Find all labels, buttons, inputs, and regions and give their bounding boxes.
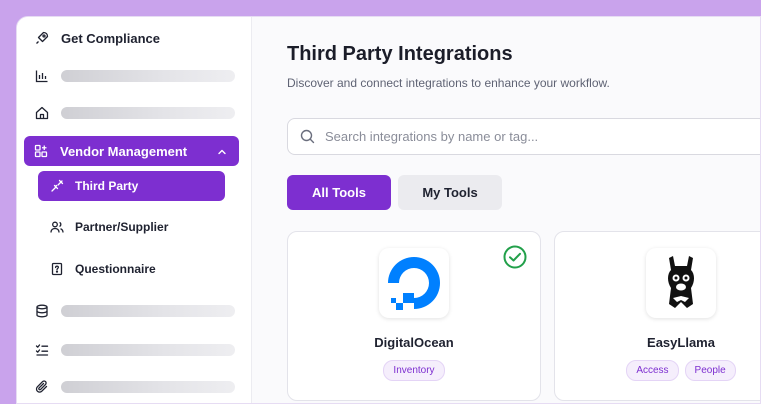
chevron-up-icon[interactable] <box>217 145 227 160</box>
users-icon <box>50 220 64 234</box>
loading-placeholder <box>61 107 235 119</box>
sidebar-subitem-partner-supplier[interactable]: Partner/Supplier <box>38 212 225 242</box>
tag-list: Inventory <box>288 360 540 381</box>
digitalocean-logo <box>379 248 449 318</box>
tag[interactable]: People <box>684 360 736 381</box>
page-subtitle: Discover and connect integrations to enh… <box>287 76 610 90</box>
bar-chart-icon <box>35 69 49 83</box>
sidebar-item-label: Get Compliance <box>61 30 160 46</box>
sidebar-item-checklist[interactable] <box>25 335 239 365</box>
easyllama-logo <box>646 248 716 318</box>
sidebar: Get Compliance Vendor Management Third P… <box>17 17 252 403</box>
page-title: Third Party Integrations <box>287 43 513 65</box>
search-icon <box>300 129 315 144</box>
tag[interactable]: Access <box>626 360 679 381</box>
sidebar-item-vendor-management[interactable]: Vendor Management <box>24 136 239 166</box>
sidebar-item-label: Vendor Management <box>60 143 188 159</box>
search-input[interactable] <box>325 129 725 144</box>
loading-placeholder <box>61 381 235 393</box>
sidebar-subitem-third-party[interactable]: Third Party <box>38 171 225 201</box>
sidebar-subitem-label: Third Party <box>75 179 139 193</box>
card-title: DigitalOcean <box>374 335 454 350</box>
checklist-icon <box>35 343 49 357</box>
loading-placeholder <box>61 305 235 317</box>
tab-my-tools[interactable]: My Tools <box>398 175 502 210</box>
paperclip-icon <box>35 380 49 394</box>
sidebar-subitem-questionnaire[interactable]: Questionnaire <box>38 254 225 284</box>
integration-card-easyllama[interactable]: EasyLlama Access People <box>554 231 760 401</box>
loading-placeholder <box>61 344 235 356</box>
grid-plus-icon <box>34 144 48 158</box>
sidebar-item-home[interactable] <box>25 98 239 128</box>
connected-check-icon <box>503 245 527 274</box>
main-content: Third Party Integrations Discover and co… <box>252 17 760 403</box>
question-file-icon <box>50 262 64 276</box>
tag[interactable]: Inventory <box>383 360 445 381</box>
sidebar-item-database[interactable] <box>25 296 239 326</box>
sidebar-subitem-label: Questionnaire <box>75 262 156 276</box>
sidebar-item-get-compliance[interactable]: Get Compliance <box>25 23 239 53</box>
database-icon <box>35 304 49 318</box>
home-icon <box>35 106 49 120</box>
tag-list: Access People <box>555 360 760 381</box>
sidebar-subitem-label: Partner/Supplier <box>75 220 169 234</box>
loading-placeholder <box>61 70 235 82</box>
sidebar-item-analytics[interactable] <box>25 61 239 91</box>
tab-all-tools[interactable]: All Tools <box>287 175 391 210</box>
sidebar-item-attachments[interactable] <box>25 372 239 402</box>
plug-icon <box>50 179 64 193</box>
integration-card-digitalocean[interactable]: DigitalOcean Inventory <box>287 231 541 401</box>
search-box[interactable] <box>287 118 760 155</box>
app-window: Get Compliance Vendor Management Third P… <box>16 16 761 404</box>
card-title: EasyLlama <box>647 335 715 350</box>
rocket-icon <box>35 31 49 45</box>
